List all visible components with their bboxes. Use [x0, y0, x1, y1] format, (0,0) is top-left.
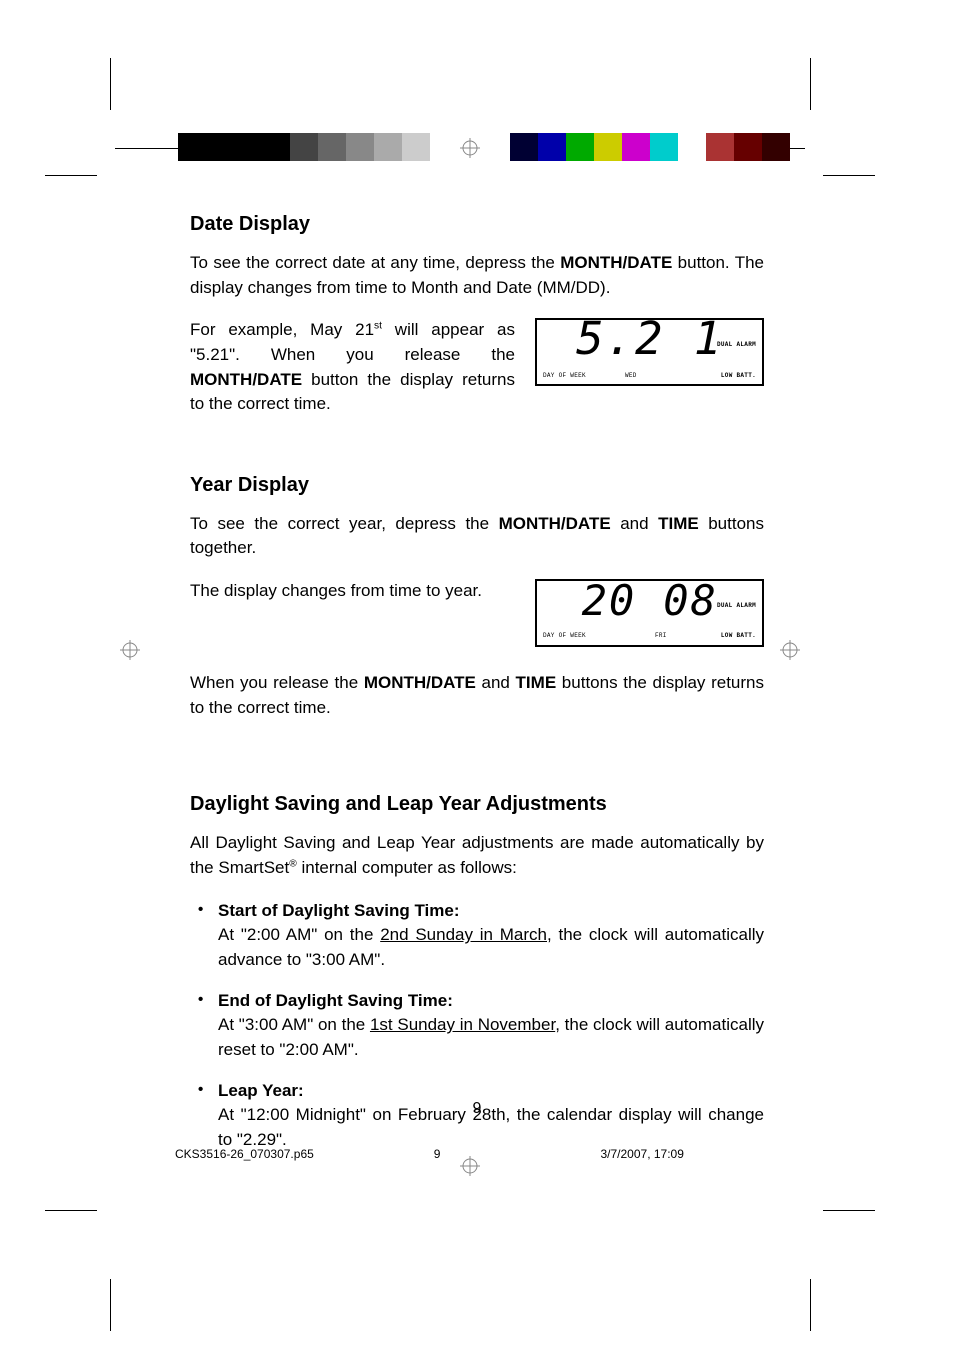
section-date-display: Date Display To see the correct date at … — [190, 210, 764, 435]
page-number: 9 — [0, 1100, 954, 1118]
crop-mark — [823, 175, 875, 176]
swatch — [538, 133, 566, 161]
text: At "3:00 AM" on the — [218, 1015, 370, 1034]
swatch — [290, 133, 318, 161]
text: To see the correct date at any time, dep… — [190, 253, 560, 272]
swatch — [594, 133, 622, 161]
swatch — [234, 133, 262, 161]
text: and — [611, 514, 658, 533]
lcd-display-year: 20 08 DAY OF WEEK FRI LOW BATT. DUAL ALA… — [535, 579, 764, 647]
button-label-ref: MONTH/DATE — [499, 514, 611, 533]
swatch — [706, 133, 734, 161]
list-item-body: At "3:00 AM" on the 1st Sunday in Novemb… — [218, 1013, 764, 1062]
paragraph: For example, May 21st will appear as "5.… — [190, 318, 515, 417]
color-calibration-bar — [178, 133, 458, 161]
paragraph: To see the correct year, depress the MON… — [190, 512, 764, 561]
section-year-display: Year Display To see the correct year, de… — [190, 471, 764, 721]
list-item-body: At "2:00 AM" on the 2nd Sunday in March,… — [218, 923, 764, 972]
swatch — [650, 133, 678, 161]
footer-datetime: 3/7/2007, 17:09 — [600, 1147, 683, 1161]
lcd-label-day: FRI — [655, 632, 667, 641]
underlined-text: 2nd Sunday in March — [380, 925, 547, 944]
text: At "2:00 AM" on the — [218, 925, 380, 944]
text: and — [476, 673, 516, 692]
text: internal computer as follows: — [297, 858, 517, 877]
swatch — [762, 133, 790, 161]
swatch — [318, 133, 346, 161]
button-label-ref: MONTH/DATE — [560, 253, 672, 272]
lcd-label-dayofweek: DAY OF WEEK — [543, 372, 586, 381]
list-item: Start of Daylight Saving Time:At "2:00 A… — [190, 899, 764, 973]
crop-mark — [823, 1210, 875, 1211]
registration-mark-icon — [120, 640, 140, 660]
swatch — [622, 133, 650, 161]
heading: Year Display — [190, 471, 764, 500]
paragraph: All Daylight Saving and Leap Year adjust… — [190, 831, 764, 880]
swatch — [734, 133, 762, 161]
crop-mark — [45, 175, 97, 176]
list-item-title: End of Daylight Saving Time: — [218, 989, 764, 1014]
lcd-label-lowbatt: LOW BATT. — [721, 632, 756, 641]
text: To see the correct year, depress the — [190, 514, 499, 533]
swatch — [678, 133, 706, 161]
registration-mark-icon — [460, 138, 480, 158]
svg-text:5.2 1: 5.2 1 — [576, 311, 723, 365]
crop-mark — [110, 58, 111, 110]
underlined-text: 1st Sunday in November — [370, 1015, 555, 1034]
crop-mark — [810, 1279, 811, 1331]
button-label-ref: MONTH/DATE — [190, 370, 302, 389]
superscript: ® — [289, 858, 297, 869]
swatch — [430, 133, 458, 161]
button-label-ref: TIME — [516, 673, 557, 692]
section-dst-leap: Daylight Saving and Leap Year Adjustment… — [190, 790, 764, 1152]
lcd-label-dualalarm: DUAL ALARM — [717, 342, 756, 348]
registration-mark-icon — [780, 640, 800, 660]
list-item-title: Start of Daylight Saving Time: — [218, 899, 764, 924]
swatch — [206, 133, 234, 161]
list-item: End of Daylight Saving Time:At "3:00 AM"… — [190, 989, 764, 1063]
crop-mark — [45, 1210, 97, 1211]
swatch — [374, 133, 402, 161]
heading: Date Display — [190, 210, 764, 239]
superscript: st — [374, 321, 382, 332]
footer-filename: CKS3516-26_070307.p65 — [175, 1147, 314, 1161]
print-footer: CKS3516-26_070307.p65 9 3/7/2007, 17:09 — [175, 1147, 684, 1161]
text: For example, May 21 — [190, 320, 374, 339]
page-content: Date Display To see the correct date at … — [190, 210, 764, 1188]
crop-mark — [110, 1279, 111, 1331]
crop-mark — [115, 148, 180, 149]
swatch — [510, 133, 538, 161]
svg-text:20 08: 20 08 — [581, 576, 717, 625]
button-label-ref: MONTH/DATE — [364, 673, 476, 692]
swatch — [346, 133, 374, 161]
color-calibration-bar — [510, 133, 790, 161]
lcd-label-day: WED — [625, 372, 637, 381]
lcd-display-date: 5.2 1 DAY OF WEEK WED LOW BATT. DUAL ALA… — [535, 318, 764, 386]
paragraph: When you release the MONTH/DATE and TIME… — [190, 671, 764, 720]
footer-page: 9 — [434, 1147, 441, 1161]
button-label-ref: TIME — [658, 514, 699, 533]
heading: Daylight Saving and Leap Year Adjustment… — [190, 790, 764, 819]
swatch — [566, 133, 594, 161]
lcd-label-lowbatt: LOW BATT. — [721, 372, 756, 381]
crop-mark — [810, 58, 811, 110]
text: When you release the — [190, 673, 364, 692]
swatch — [402, 133, 430, 161]
lcd-label-dayofweek: DAY OF WEEK — [543, 632, 586, 641]
swatch — [178, 133, 206, 161]
paragraph: The display changes from time to year. — [190, 579, 515, 604]
paragraph: To see the correct date at any time, dep… — [190, 251, 764, 300]
lcd-label-dualalarm: DUAL ALARM — [717, 603, 756, 609]
swatch — [262, 133, 290, 161]
